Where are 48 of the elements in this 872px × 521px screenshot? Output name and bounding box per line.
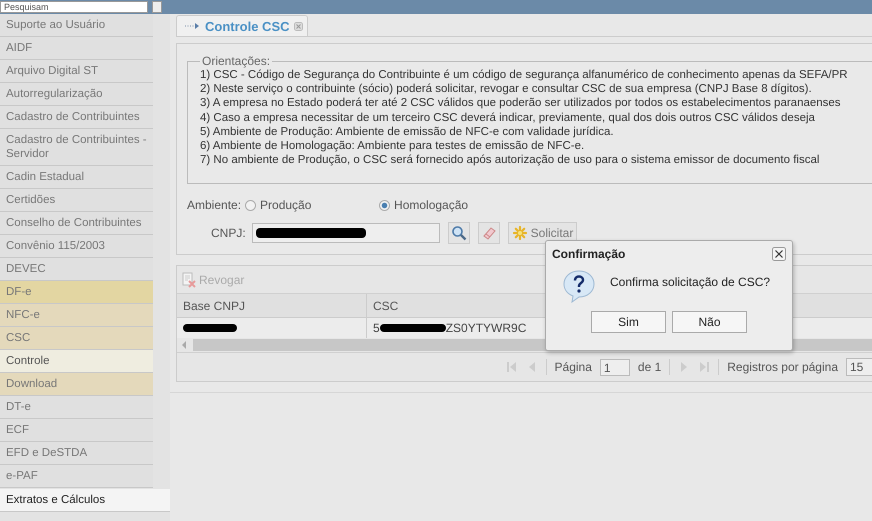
page-count: de 1 [638,360,662,374]
sidebar-item[interactable]: Controle [0,350,153,373]
dialog-button[interactable]: Não [672,311,747,333]
cnpj-label: CNPJ: [211,226,246,240]
guidance-line: 3) A empresa no Estado poderá ter até 2 CSC válidos que poderão ser utilizados por todos os estabelecimentos paranaenses [200,96,842,111]
last-page-icon[interactable] [698,361,710,374]
table-cell: ZS0YTYWR9C [446,321,526,336]
close-icon[interactable] [772,247,786,261]
eraser-icon [480,225,497,242]
dialog-message: Confirma solicitação de CSC? [610,275,770,289]
guidance-line: 6) Ambiente de Homologação: Ambiente para testes de emissão de NFC-e. [200,139,586,154]
search-field[interactable]: Pesquisam [0,1,148,13]
radio-option[interactable]: Homologação [379,198,468,212]
per-page-label: Registros por página [727,360,838,374]
environment-label: Ambiente: [187,198,242,212]
tab[interactable]: Controle CSC [176,15,308,36]
redaction-bar [380,324,446,332]
guidance-line: 7) No ambiente de Produção, o CSC será fornecido após autorização de uso para o sistema emissor de documento fiscal [200,153,820,168]
request-button[interactable]: Solicitar [508,222,578,244]
search-button[interactable] [448,222,470,244]
sidebar-item[interactable]: DF-e [0,281,153,304]
guidance-line: 1) CSC - Código de Segurança do Contribuinte é um código de segurança alfanumérico de conhecimento apenas da SEFA/PR [200,68,849,82]
page-input[interactable]: 1 [600,358,630,376]
sidebar-item[interactable]: NFC-e [0,304,153,327]
guidance-line: 5) Ambiente de Produção: Ambiente de emissão de NFC-e com validade jurídica. [200,124,615,140]
per-page-select[interactable]: 15 [846,358,872,376]
table-cell: 5 [373,321,380,336]
column-header[interactable]: Base CNPJ [177,294,367,318]
first-page-icon[interactable] [506,361,518,374]
sidebar-item[interactable]: Download [0,373,153,396]
question-icon [562,269,596,303]
sidebar-item[interactable]: CSC [0,327,153,350]
dialog-button[interactable]: Sim [591,311,666,333]
asterisk-icon [512,225,528,242]
scroll-left-icon[interactable] [181,341,187,350]
search-button[interactable] [152,1,162,13]
search-icon [450,225,467,242]
document-delete-icon [181,272,197,288]
eraser-button[interactable] [478,222,500,244]
radio-option[interactable]: Produção [245,198,376,212]
guidance-line: 2) Neste serviço o contribuinte (sócio) poderá solicitar, revogar e consultar CSC de sua empresa (CNPJ Base 8 dígitos). [200,82,813,96]
cnpj-field[interactable] [252,223,440,244]
guidance-line: 4) Caso a empresa necessitar de um terceiro CSC deverá indicar, previamente, qual dos dois outros CSC válidos deseja [200,110,816,125]
dialog-title: Confirmação [552,247,626,261]
guidance-legend: Orientações: [200,55,272,68]
page-label: Página [554,360,592,374]
arrow-icon [185,22,201,30]
sidebar-item[interactable]: Extratos e Cálculos [0,489,170,512]
